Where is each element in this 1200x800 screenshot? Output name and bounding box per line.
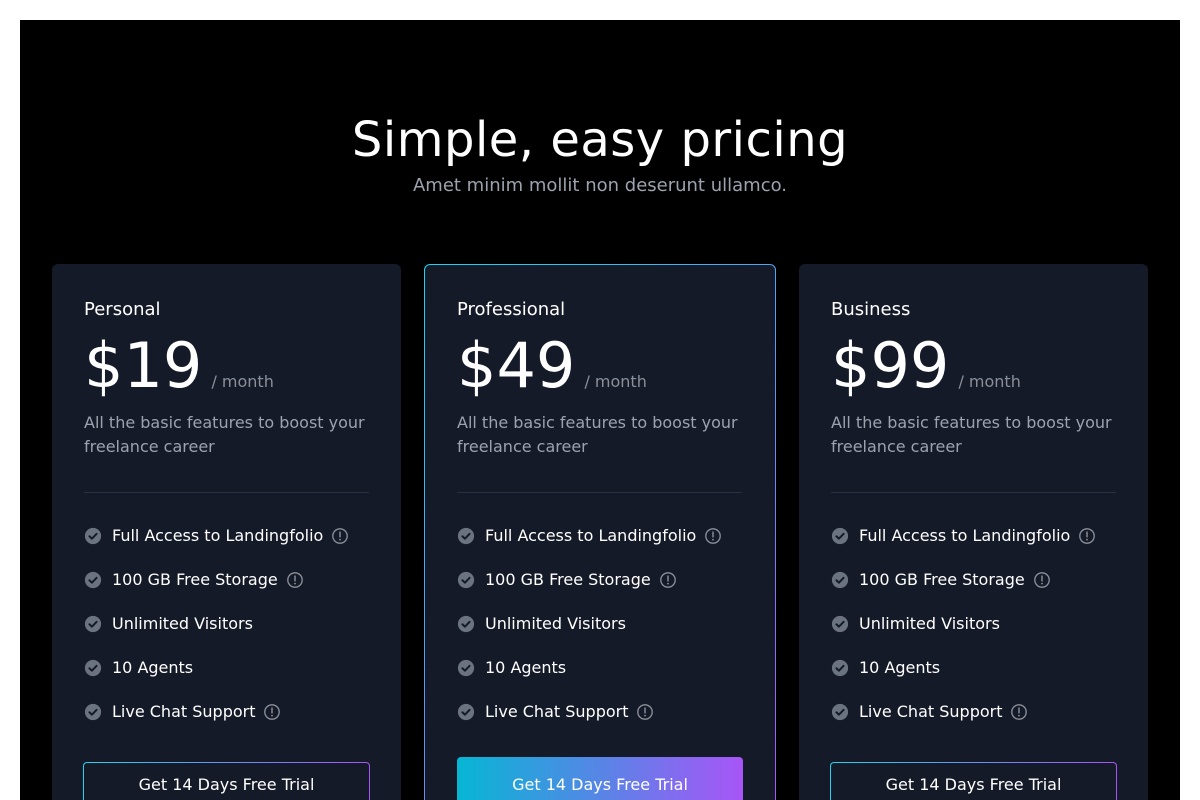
- feature-item: 100 GB Free Storage: [831, 568, 1096, 612]
- page-subtitle: Amet minim mollit non deserunt ullamco.: [412, 175, 788, 196]
- check-circle-icon: [457, 703, 475, 721]
- divider: [457, 492, 742, 493]
- feature-label: 10 Agents: [485, 658, 567, 677]
- feature-label: Live Chat Support: [112, 702, 256, 721]
- feature-label: Live Chat Support: [859, 702, 1003, 721]
- info-circle-icon[interactable]: [1033, 571, 1051, 589]
- check-circle-icon: [831, 615, 849, 633]
- plan-period: / month: [584, 372, 647, 391]
- plan-price: $99: [831, 329, 950, 402]
- feature-item: 10 Agents: [457, 656, 722, 700]
- page-title: Simple, easy pricing: [351, 112, 849, 168]
- info-circle-icon[interactable]: [659, 571, 677, 589]
- check-circle-icon: [457, 659, 475, 677]
- check-circle-icon: [831, 659, 849, 677]
- check-circle-icon: [831, 527, 849, 545]
- check-circle-icon: [457, 571, 475, 589]
- feature-item: Full Access to Landingfolio: [831, 524, 1096, 568]
- plan-period: / month: [211, 372, 274, 391]
- pricing-card-personal: Personal $19 / month All the basic featu…: [52, 264, 401, 800]
- feature-list: Full Access to Landingfolio 100 GB Free S…: [457, 524, 722, 744]
- info-circle-icon[interactable]: [286, 571, 304, 589]
- feature-label: 10 Agents: [112, 658, 194, 677]
- feature-label: 100 GB Free Storage: [859, 570, 1025, 589]
- info-circle-icon[interactable]: [263, 703, 281, 721]
- feature-label: Unlimited Visitors: [859, 614, 1000, 633]
- pricing-card-business: Business $99 / month All the basic featu…: [799, 264, 1148, 800]
- feature-item: Live Chat Support: [84, 700, 349, 744]
- feature-item: 10 Agents: [84, 656, 349, 700]
- feature-item: 100 GB Free Storage: [457, 568, 722, 612]
- plan-name: Professional: [457, 299, 566, 320]
- feature-item: Live Chat Support: [831, 700, 1096, 744]
- feature-label: 100 GB Free Storage: [112, 570, 278, 589]
- feature-label: Full Access to Landingfolio: [485, 526, 697, 545]
- plan-description: All the basic features to boost your fre…: [457, 413, 738, 456]
- check-circle-icon: [84, 659, 102, 677]
- pricing-section: Simple, easy pricing Amet minim mollit n…: [20, 20, 1180, 800]
- feature-label: Live Chat Support: [485, 702, 629, 721]
- plan-name: Business: [831, 299, 911, 320]
- info-circle-icon[interactable]: [704, 527, 722, 545]
- divider: [84, 492, 369, 493]
- feature-item: 100 GB Free Storage: [84, 568, 349, 612]
- feature-label: Full Access to Landingfolio: [112, 526, 324, 545]
- info-circle-icon[interactable]: [636, 703, 654, 721]
- info-circle-icon[interactable]: [1010, 703, 1028, 721]
- free-trial-button[interactable]: Get 14 Days Free Trial: [83, 762, 370, 800]
- feature-item: Unlimited Visitors: [84, 612, 349, 656]
- plan-period: / month: [958, 372, 1021, 391]
- feature-list: Full Access to Landingfolio 100 GB Free S…: [84, 524, 349, 744]
- check-circle-icon: [831, 571, 849, 589]
- price-row: $99 / month: [831, 334, 1021, 398]
- free-trial-button[interactable]: Get 14 Days Free Trial: [830, 762, 1117, 800]
- feature-label: 100 GB Free Storage: [485, 570, 651, 589]
- feature-list: Full Access to Landingfolio 100 GB Free S…: [831, 524, 1096, 744]
- divider: [831, 492, 1116, 493]
- check-circle-icon: [457, 615, 475, 633]
- plan-description: All the basic features to boost your fre…: [831, 413, 1112, 456]
- check-circle-icon: [457, 527, 475, 545]
- feature-label: 10 Agents: [859, 658, 941, 677]
- check-circle-icon: [84, 527, 102, 545]
- feature-item: Unlimited Visitors: [831, 612, 1096, 656]
- plan-description: All the basic features to boost your fre…: [84, 413, 365, 456]
- feature-label: Unlimited Visitors: [485, 614, 626, 633]
- feature-item: 10 Agents: [831, 656, 1096, 700]
- pricing-card-professional: Professional $49 / month All the basic f…: [424, 264, 776, 800]
- free-trial-button[interactable]: Get 14 Days Free Trial: [457, 757, 743, 800]
- info-circle-icon[interactable]: [331, 527, 349, 545]
- feature-item: Full Access to Landingfolio: [457, 524, 722, 568]
- feature-item: Full Access to Landingfolio: [84, 524, 349, 568]
- feature-label: Unlimited Visitors: [112, 614, 253, 633]
- price-row: $19 / month: [84, 334, 274, 398]
- check-circle-icon: [831, 703, 849, 721]
- check-circle-icon: [84, 703, 102, 721]
- plan-name: Personal: [84, 299, 161, 320]
- info-circle-icon[interactable]: [1078, 527, 1096, 545]
- price-row: $49 / month: [457, 334, 647, 398]
- check-circle-icon: [84, 571, 102, 589]
- plan-price: $49: [457, 329, 576, 402]
- check-circle-icon: [84, 615, 102, 633]
- feature-item: Live Chat Support: [457, 700, 722, 744]
- plan-price: $19: [84, 329, 203, 402]
- feature-label: Full Access to Landingfolio: [859, 526, 1071, 545]
- feature-item: Unlimited Visitors: [457, 612, 722, 656]
